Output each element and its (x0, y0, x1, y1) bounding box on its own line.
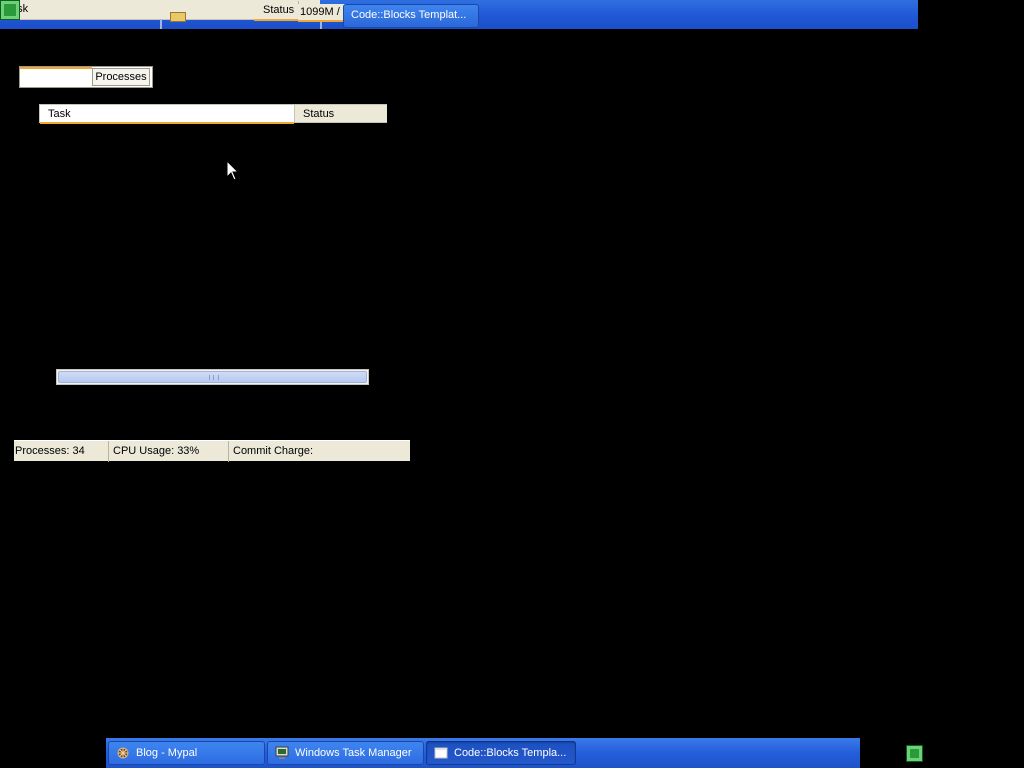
task-list-header: Task Status (39, 104, 387, 124)
tab-strip: Processes (19, 66, 153, 88)
window-icon (434, 747, 448, 759)
status-commit-charge: Commit Charge: (233, 445, 314, 457)
ghost-separator (160, 19, 162, 29)
mouse-cursor-icon (226, 160, 240, 181)
tray-task-manager-icon[interactable] (906, 745, 923, 762)
task-manager-icon (275, 746, 289, 759)
browser-icon (117, 747, 129, 759)
ghost-memory-text: 1099M / 3 (300, 6, 349, 18)
scrollbar-thumb[interactable] (58, 371, 367, 383)
top-window-button-label: Code::Blocks Templat... (351, 9, 467, 21)
taskbar-button-codeblocks[interactable]: Code::Blocks Templa... (426, 741, 576, 765)
column-header-status[interactable]: Status (294, 105, 387, 122)
column-header-status-label: Status (303, 108, 335, 120)
scrollbar-grip-icon (209, 375, 219, 380)
status-bar: Processes: 34 CPU Usage: 33% Commit Char… (14, 440, 410, 462)
ghost-status-header: Status (254, 1, 299, 21)
taskbar-button-task-manager[interactable]: Windows Task Manager (267, 741, 424, 765)
ghost-status-label: Status (263, 4, 295, 16)
horizontal-scrollbar[interactable] (56, 369, 369, 385)
taskbar-button-label: Windows Task Manager (295, 747, 412, 759)
taskbar: Blog - Mypal Windows Task Manager Code::… (106, 738, 860, 768)
tab-processes[interactable]: Processes (92, 68, 150, 86)
folder-icon (170, 12, 186, 22)
tab-applications[interactable] (20, 67, 92, 87)
taskbar-button-label: Code::Blocks Templa... (454, 747, 567, 759)
task-manager-app-icon (0, 0, 20, 20)
column-header-task[interactable]: Task (40, 105, 294, 124)
top-window-button[interactable]: Code::Blocks Templat... (343, 4, 479, 28)
taskbar-button-blog-mypal[interactable]: Blog - Mypal (108, 741, 265, 765)
status-processes: Processes: 34 (14, 441, 109, 462)
status-cpu-usage: CPU Usage: 33% (109, 441, 229, 462)
column-header-task-label: Task (48, 108, 71, 120)
taskbar-button-label: Blog - Mypal (136, 747, 198, 759)
